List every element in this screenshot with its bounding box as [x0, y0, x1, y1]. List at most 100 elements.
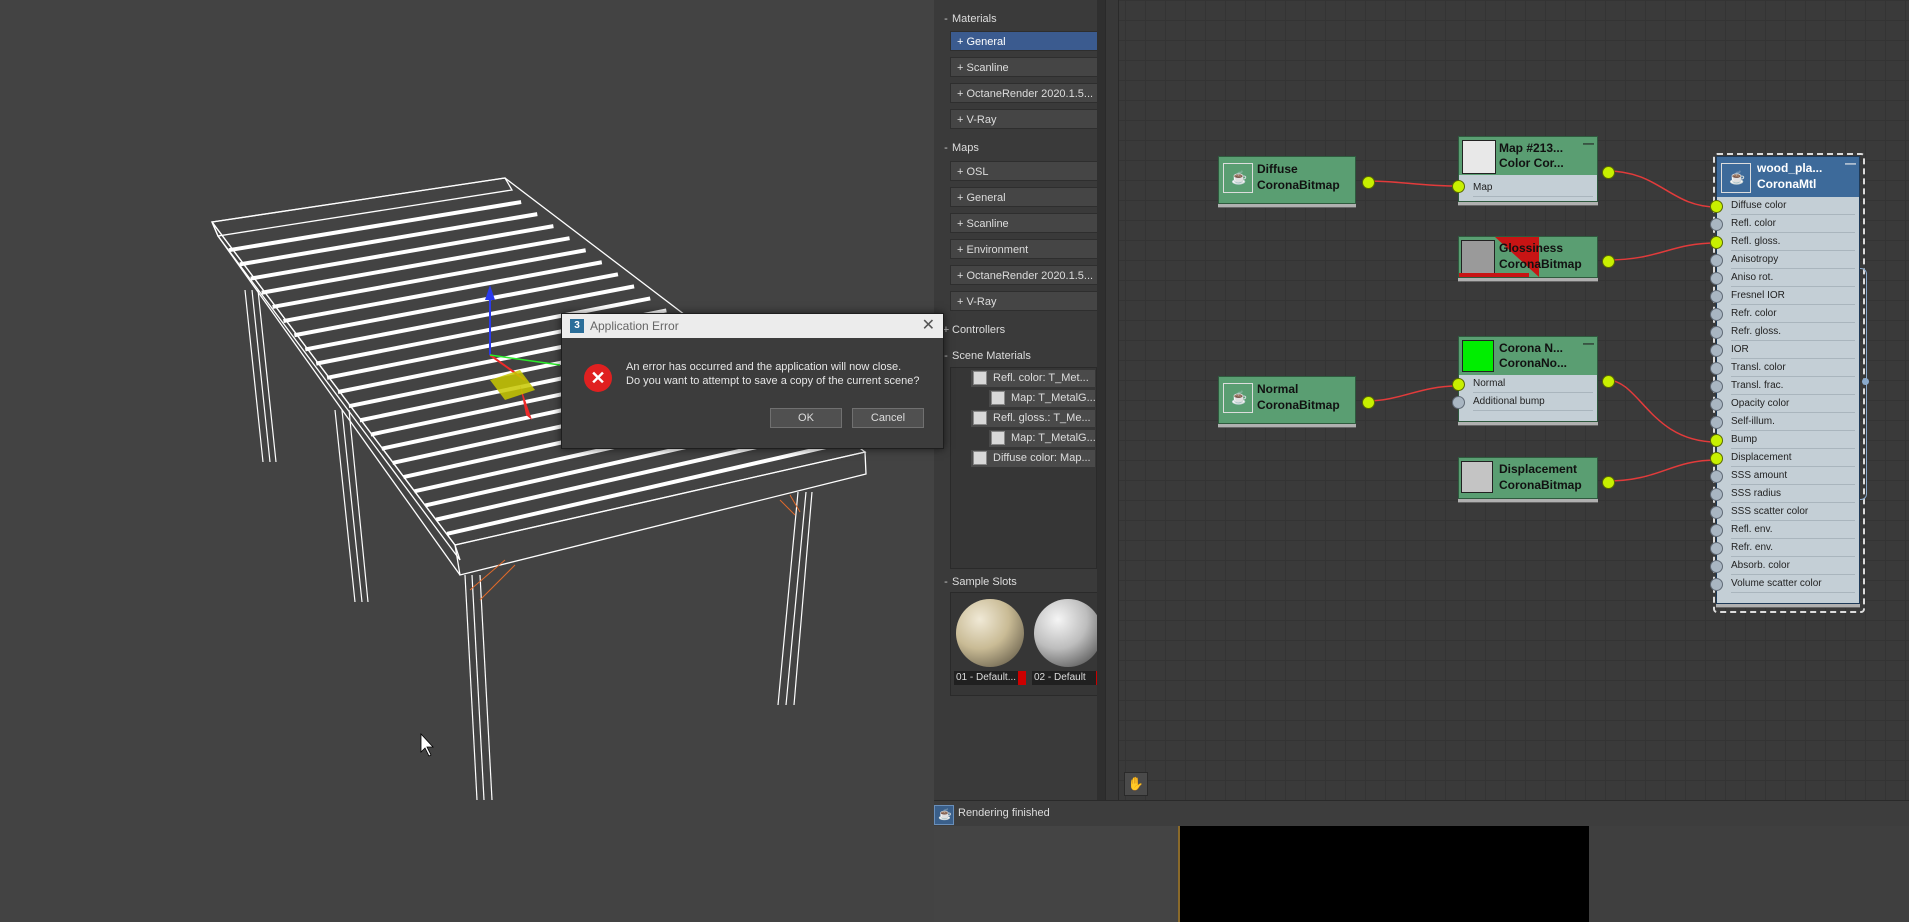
error-message-line1: An error has occurred and the applicatio…	[626, 361, 902, 373]
material-slot: Refl. gloss.	[1731, 233, 1855, 251]
node-subtitle: CoronaMtl	[1757, 177, 1817, 191]
input-port[interactable]	[1710, 254, 1723, 267]
teapot-icon: ☕	[1721, 163, 1751, 193]
collapse-icon[interactable]: —	[1845, 158, 1856, 170]
node-corona-normal[interactable]: Corona N... CoronaNo... — Normal Additio…	[1452, 336, 1615, 422]
slot-label: Normal	[1473, 375, 1593, 393]
input-port[interactable]	[1710, 542, 1723, 555]
map-thumbnail	[1461, 240, 1495, 274]
node-color-correction[interactable]: Map #213... Color Cor... — Map	[1452, 136, 1615, 202]
pan-hand-icon[interactable]: ✋	[1124, 772, 1148, 796]
dialog-titlebar[interactable]: 3 Application Error ✕	[562, 314, 943, 338]
input-port[interactable]	[1710, 470, 1723, 483]
node-subtitle: CoronaBitmap	[1257, 398, 1340, 412]
input-port[interactable]	[1710, 578, 1723, 591]
node-subtitle: Color Cor...	[1499, 156, 1564, 170]
input-port[interactable]	[1710, 416, 1723, 429]
input-port-map[interactable]	[1452, 180, 1465, 193]
node-subtitle: CoronaBitmap	[1499, 257, 1582, 271]
map-thumbnail	[1462, 140, 1496, 174]
node-subtitle: CoronaBitmap	[1257, 178, 1340, 192]
input-port[interactable]	[1710, 272, 1723, 285]
material-slot: Refr. gloss.	[1731, 323, 1855, 341]
output-port[interactable]	[1602, 255, 1615, 268]
node-title: Map #213...	[1499, 141, 1564, 155]
material-slot: Refr. color	[1731, 305, 1855, 323]
bottom-panel	[1589, 826, 1909, 922]
material-slot: Displacement	[1731, 449, 1855, 467]
material-slot: Refl. env.	[1731, 521, 1855, 539]
node-glossiness-bitmap[interactable]: Glossiness CoronaBitmap	[1458, 236, 1615, 278]
render-frame-preview	[1178, 826, 1593, 922]
material-slot: Aniso rot.	[1731, 269, 1855, 287]
input-port[interactable]	[1710, 344, 1723, 357]
material-slot: SSS radius	[1731, 485, 1855, 503]
node-title: Corona N...	[1499, 341, 1564, 355]
input-port[interactable]	[1710, 380, 1723, 393]
status-bar: ☕ Rendering finished	[934, 800, 1909, 827]
node-title: wood_pla...	[1757, 161, 1823, 175]
material-slot: Opacity color	[1731, 395, 1855, 413]
node-title: Diffuse	[1257, 162, 1298, 176]
node-title: Normal	[1257, 382, 1299, 396]
render-teapot-icon[interactable]: ☕	[934, 805, 954, 825]
material-slot: Transl. frac.	[1731, 377, 1855, 395]
missing-map-indicator	[1459, 273, 1529, 277]
output-port[interactable]	[1602, 476, 1615, 489]
material-slot: SSS amount	[1731, 467, 1855, 485]
input-port[interactable]	[1710, 218, 1723, 231]
input-port[interactable]	[1710, 488, 1723, 501]
cancel-button[interactable]: Cancel	[852, 408, 924, 428]
material-slot: SSS scatter color	[1731, 503, 1855, 521]
input-port[interactable]	[1710, 452, 1723, 465]
output-port[interactable]	[1362, 396, 1375, 409]
app-logo-icon: 3	[570, 319, 584, 333]
input-port[interactable]	[1710, 434, 1723, 447]
input-port[interactable]	[1710, 524, 1723, 537]
input-port-normal[interactable]	[1452, 378, 1465, 391]
application-error-dialog: 3 Application Error ✕ ✕ An error has occ…	[561, 313, 944, 449]
ok-button[interactable]: OK	[770, 408, 842, 428]
material-slot: Refl. color	[1731, 215, 1855, 233]
teapot-icon: ☕	[1223, 163, 1253, 193]
material-slot: Bump	[1731, 431, 1855, 449]
material-slot: Self-illum.	[1731, 413, 1855, 431]
input-port[interactable]	[1710, 560, 1723, 573]
node-slots: Diffuse color Refl. color Refl. gloss. Anis…	[1717, 197, 1859, 603]
input-port[interactable]	[1710, 506, 1723, 519]
collapse-icon[interactable]: —	[1583, 338, 1594, 350]
error-icon: ✕	[584, 364, 612, 392]
input-port[interactable]	[1710, 398, 1723, 411]
input-port[interactable]	[1710, 326, 1723, 339]
material-slot: Fresnel IOR	[1731, 287, 1855, 305]
input-port[interactable]	[1710, 200, 1723, 213]
input-port[interactable]	[1710, 308, 1723, 321]
material-slot: Diffuse color	[1731, 197, 1855, 215]
group-handle[interactable]	[1862, 378, 1869, 385]
collapse-icon[interactable]: —	[1583, 138, 1594, 150]
input-port-additional-bump[interactable]	[1452, 396, 1465, 409]
node-subtitle: CoronaNo...	[1499, 356, 1567, 370]
material-slot: Absorb. color	[1731, 557, 1855, 575]
node-title: Displacement	[1499, 462, 1578, 476]
output-port[interactable]	[1602, 375, 1615, 388]
node-corona-material[interactable]: ☕ wood_pla... CoronaMtl — Diffuse color R…	[1710, 156, 1860, 604]
node-normal-bitmap[interactable]: ☕ Normal CoronaBitmap	[1218, 376, 1375, 424]
material-slot: Refr. env.	[1731, 539, 1855, 557]
node-displacement-bitmap[interactable]: Displacement CoronaBitmap	[1458, 457, 1615, 499]
input-port[interactable]	[1710, 362, 1723, 375]
node-title: Glossiness	[1499, 241, 1564, 255]
input-port[interactable]	[1710, 290, 1723, 303]
close-icon[interactable]: ✕	[922, 314, 935, 338]
error-message-line2: Do you want to attempt to save a copy of…	[626, 375, 920, 387]
output-port[interactable]	[1362, 176, 1375, 189]
output-port[interactable]	[1602, 166, 1615, 179]
node-diffuse-bitmap[interactable]: ☕ Diffuse CoronaBitmap	[1218, 156, 1375, 204]
node-wires	[1366, 170, 1718, 482]
dialog-title: Application Error	[590, 319, 679, 333]
material-slot: Volume scatter color	[1731, 575, 1855, 593]
node-slots: Map	[1459, 175, 1597, 201]
slot-label: Map	[1473, 179, 1593, 197]
map-thumbnail	[1462, 340, 1494, 372]
input-port[interactable]	[1710, 236, 1723, 249]
